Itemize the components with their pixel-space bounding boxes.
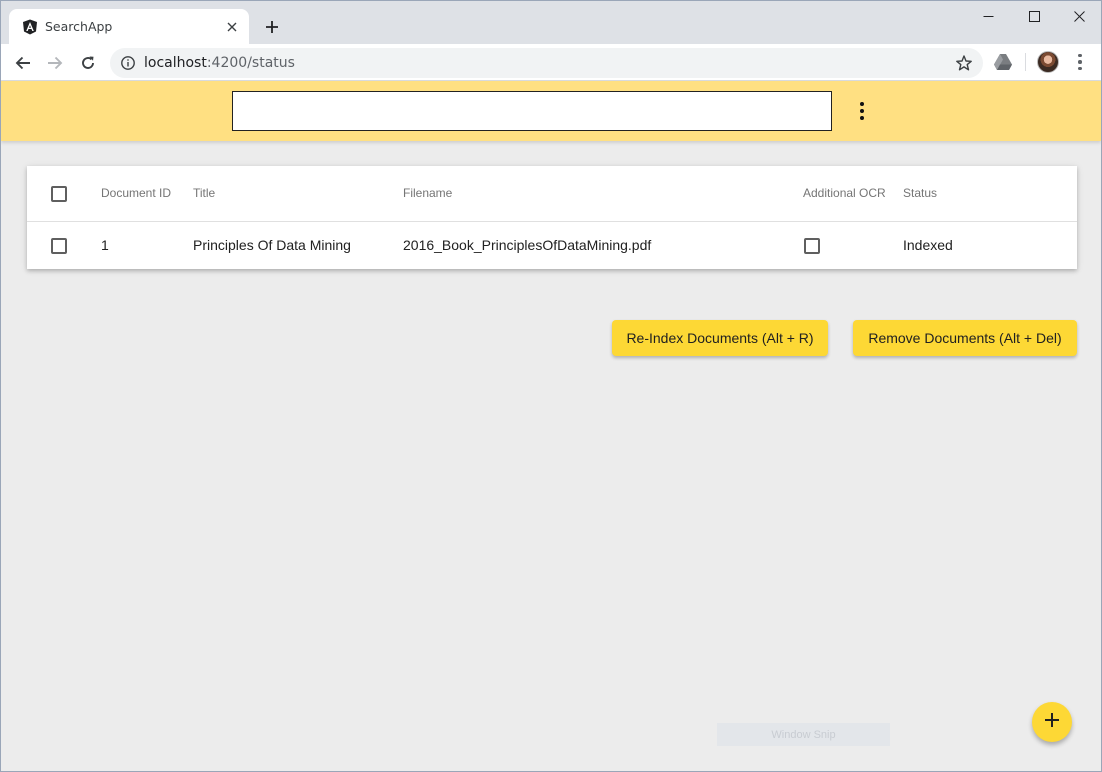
url-text: localhost:4200/status <box>144 55 295 71</box>
url-host: localhost <box>144 55 207 71</box>
drive-extension-icon[interactable] <box>993 53 1013 71</box>
add-icon <box>1044 712 1060 733</box>
app-header <box>1 81 1101 141</box>
new-tab-icon[interactable] <box>261 16 283 38</box>
minimize-icon[interactable] <box>977 7 999 25</box>
tab-title: SearchApp <box>45 19 113 34</box>
cell-title: Principles Of Data Mining <box>193 237 351 253</box>
angular-icon <box>22 19 38 35</box>
info-icon[interactable] <box>120 55 136 71</box>
back-arrow-icon[interactable] <box>10 50 36 76</box>
bookmark-star-icon[interactable] <box>955 54 973 72</box>
column-header-additional-ocr[interactable]: Additional OCR <box>803 186 886 200</box>
url-path: :4200/status <box>206 55 295 71</box>
chrome-menu-icon[interactable] <box>1071 51 1089 73</box>
table-header-row: Document ID Title Filename Additional OC… <box>27 166 1077 222</box>
add-button[interactable] <box>1032 702 1072 742</box>
reload-icon[interactable] <box>75 50 101 76</box>
column-header-title[interactable]: Title <box>193 186 215 200</box>
column-header-document-id[interactable]: Document ID <box>101 186 171 200</box>
address-bar[interactable]: localhost:4200/status <box>110 48 983 78</box>
search-input[interactable] <box>232 91 832 131</box>
browser-tab[interactable]: SearchApp <box>9 9 249 44</box>
tab-close-icon[interactable] <box>223 18 241 36</box>
more-vert-icon[interactable] <box>853 100 871 122</box>
maximize-icon[interactable] <box>1023 7 1045 25</box>
remove-documents-button[interactable]: Remove Documents (Alt + Del) <box>853 320 1077 356</box>
cell-document-id: 1 <box>101 237 109 253</box>
profile-avatar[interactable] <box>1037 51 1059 73</box>
table-row[interactable]: 1 Principles Of Data Mining 2016_Book_Pr… <box>27 222 1077 269</box>
window-close-icon[interactable] <box>1068 7 1090 25</box>
browser-toolbar: localhost:4200/status <box>1 44 1101 81</box>
tab-strip: SearchApp <box>1 1 1101 44</box>
reindex-documents-button[interactable]: Re-Index Documents (Alt + R) <box>612 320 828 356</box>
select-all-checkbox[interactable] <box>51 186 67 202</box>
cell-status: Indexed <box>903 237 953 253</box>
row-select-checkbox[interactable] <box>51 238 67 254</box>
window-snip-overlay: Window Snip <box>717 723 890 746</box>
forward-arrow-icon[interactable] <box>42 50 68 76</box>
column-header-filename[interactable]: Filename <box>403 186 452 200</box>
documents-table: Document ID Title Filename Additional OC… <box>27 166 1077 269</box>
toolbar-separator <box>1025 53 1026 71</box>
additional-ocr-checkbox[interactable] <box>804 238 820 254</box>
browser-window: SearchApp localhost:4200/status Document… <box>0 0 1102 772</box>
column-header-status[interactable]: Status <box>903 186 937 200</box>
cell-filename: 2016_Book_PrinciplesOfDataMining.pdf <box>403 237 652 253</box>
